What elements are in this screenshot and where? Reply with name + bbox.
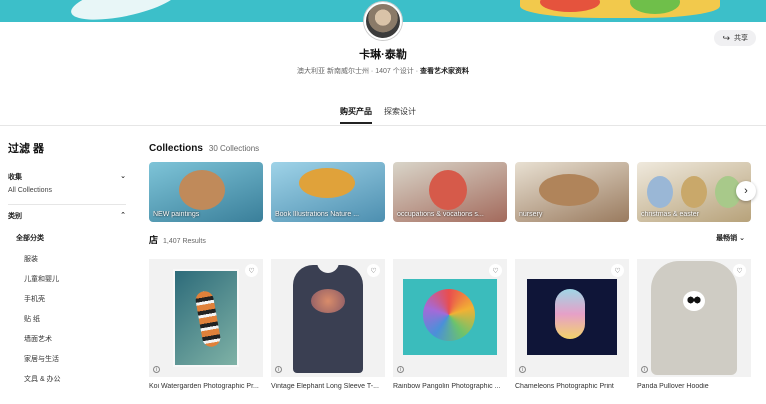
collection-card[interactable]: christmas & easter bbox=[637, 162, 751, 222]
chameleon-art bbox=[555, 289, 585, 339]
shop-header: 店 1,407 Results 最畅销 ⌄ bbox=[149, 233, 749, 246]
category-item[interactable]: 墙面艺术 bbox=[24, 334, 126, 354]
shirt-collar bbox=[317, 261, 339, 273]
elephant-art bbox=[311, 289, 345, 313]
divider bbox=[0, 125, 766, 126]
product-card[interactable]: ♡ i Panda Pullover Hoodie bbox=[637, 259, 751, 390]
collection-card[interactable]: Book Illustrations Nature ... bbox=[271, 162, 385, 222]
product-card[interactable]: ♡ i Rainbow Pangolin Photographic ... bbox=[393, 259, 507, 390]
share-icon: ↪ bbox=[722, 32, 730, 43]
product-title[interactable]: Koi Watergarden Photographic Pr... bbox=[149, 383, 263, 390]
koi-art bbox=[194, 289, 222, 349]
panda-art bbox=[683, 291, 705, 311]
shirt-art bbox=[293, 261, 363, 373]
view-profile-link[interactable]: 查看艺术家资料 bbox=[420, 68, 469, 75]
collection-label: nursery bbox=[519, 211, 543, 218]
collections-carousel: NEW paintings Book Illustrations Nature … bbox=[149, 162, 751, 222]
product-title[interactable]: Rainbow Pangolin Photographic ... bbox=[393, 383, 507, 390]
product-image[interactable]: ♡ i bbox=[637, 259, 751, 377]
collection-thumbnail bbox=[539, 174, 599, 206]
heart-icon[interactable]: ♡ bbox=[733, 264, 746, 277]
heart-icon[interactable]: ♡ bbox=[367, 264, 380, 277]
info-icon[interactable]: i bbox=[641, 366, 648, 373]
collection-label: christmas & easter bbox=[641, 211, 699, 218]
product-image[interactable]: ♡ i bbox=[393, 259, 507, 377]
banner-art bbox=[68, 0, 182, 22]
artist-name: 卡琳·泰勒 bbox=[359, 49, 407, 61]
heart-icon[interactable]: ♡ bbox=[489, 264, 502, 277]
category-item[interactable]: 贴 纸 bbox=[24, 314, 126, 334]
shop-title: 店 bbox=[149, 235, 159, 245]
main-content: Collections 30 Collections NEW paintings… bbox=[149, 143, 759, 390]
product-image[interactable]: ♡ i bbox=[515, 259, 629, 377]
divider bbox=[8, 204, 126, 205]
category-item[interactable]: 文具 & 办公 bbox=[24, 374, 126, 394]
category-filter-label: 类别 bbox=[8, 213, 22, 220]
tab-shop-products[interactable]: 购买产品 bbox=[340, 106, 372, 124]
tab-explore-designs[interactable]: 探索设计 bbox=[384, 106, 416, 124]
chevron-right-icon: › bbox=[744, 185, 748, 197]
collection-card[interactable]: nursery bbox=[515, 162, 629, 222]
collection-thumbnail bbox=[299, 168, 355, 198]
product-card[interactable]: ♡ i Koi Watergarden Photographic Pr... bbox=[149, 259, 263, 390]
collection-label: NEW paintings bbox=[153, 211, 200, 218]
tab-bar: 购买产品 探索设计 bbox=[340, 106, 416, 124]
share-button[interactable]: ↪ 共享 bbox=[714, 30, 756, 46]
results-count: 1,407 Results bbox=[163, 238, 206, 245]
product-image[interactable]: ♡ i bbox=[149, 259, 263, 377]
category-item[interactable]: 儿童和婴儿 bbox=[24, 274, 126, 294]
product-card[interactable]: ♡ i Vintage Elephant Long Sleeve T-... bbox=[271, 259, 385, 390]
collection-card[interactable]: occupations & vocations s... bbox=[393, 162, 507, 222]
collection-label: Book Illustrations Nature ... bbox=[275, 211, 360, 218]
product-title[interactable]: Chameleons Photographic Print bbox=[515, 383, 629, 390]
chevron-up-icon: ⌃ bbox=[120, 212, 126, 219]
category-filter-toggle[interactable]: 类别 ⌃ bbox=[8, 211, 126, 221]
collections-count: 30 Collections bbox=[208, 144, 260, 153]
collection-thumbnail bbox=[429, 170, 467, 210]
collection-thumbnail bbox=[647, 176, 673, 208]
carousel-next-button[interactable]: › bbox=[736, 181, 756, 201]
artist-location: 澳大利亚 新南威尔士州 bbox=[297, 68, 369, 75]
artist-avatar[interactable] bbox=[364, 2, 402, 40]
filter-title: 过滤 器 bbox=[8, 143, 45, 155]
hoodie-art bbox=[651, 261, 737, 375]
heart-icon[interactable]: ♡ bbox=[245, 264, 258, 277]
collections-title: Collections bbox=[149, 143, 203, 154]
koi-poster-art bbox=[173, 269, 239, 367]
product-card[interactable]: ♡ i Chameleons Photographic Print bbox=[515, 259, 629, 390]
category-item[interactable]: 家居与生活 bbox=[24, 354, 126, 374]
product-image[interactable]: ♡ i bbox=[271, 259, 385, 377]
collection-label: occupations & vocations s... bbox=[397, 211, 484, 218]
collections-header: Collections 30 Collections bbox=[149, 143, 759, 154]
filter-sidebar: 过滤 器 收集 ⌄ All Collections 类别 ⌃ 全部分类 服装 儿… bbox=[8, 140, 126, 394]
artist-design-count: 1407 个设计 bbox=[375, 68, 414, 75]
info-icon[interactable]: i bbox=[519, 366, 526, 373]
collection-card[interactable]: NEW paintings bbox=[149, 162, 263, 222]
category-item[interactable]: 手机壳 bbox=[24, 294, 126, 314]
product-title[interactable]: Vintage Elephant Long Sleeve T-... bbox=[271, 383, 385, 390]
sort-dropdown[interactable]: 最畅销 ⌄ bbox=[716, 233, 745, 243]
chevron-down-icon: ⌄ bbox=[739, 235, 745, 242]
category-item[interactable]: 服装 bbox=[24, 254, 126, 274]
collection-thumbnail bbox=[179, 170, 225, 210]
collections-filter-value[interactable]: All Collections bbox=[8, 187, 126, 194]
collection-thumbnail bbox=[681, 176, 707, 208]
chevron-down-icon: ⌄ bbox=[120, 173, 126, 180]
info-icon[interactable]: i bbox=[153, 366, 160, 373]
share-label: 共享 bbox=[734, 35, 748, 42]
collections-filter-toggle[interactable]: 收集 ⌄ bbox=[8, 172, 126, 182]
product-grid: ♡ i Koi Watergarden Photographic Pr... ♡… bbox=[149, 259, 751, 390]
info-icon[interactable]: i bbox=[275, 366, 282, 373]
category-all[interactable]: 全部分类 bbox=[16, 233, 126, 243]
info-icon[interactable]: i bbox=[397, 366, 404, 373]
collections-filter-label: 收集 bbox=[8, 174, 22, 181]
pangolin-art bbox=[423, 289, 475, 341]
sort-label: 最畅销 bbox=[716, 235, 738, 242]
heart-icon[interactable]: ♡ bbox=[611, 264, 624, 277]
product-title[interactable]: Panda Pullover Hoodie bbox=[637, 383, 751, 390]
artist-meta: 澳大利亚 新南威尔士州 · 1407 个设计 · 查看艺术家资料 bbox=[0, 66, 766, 76]
